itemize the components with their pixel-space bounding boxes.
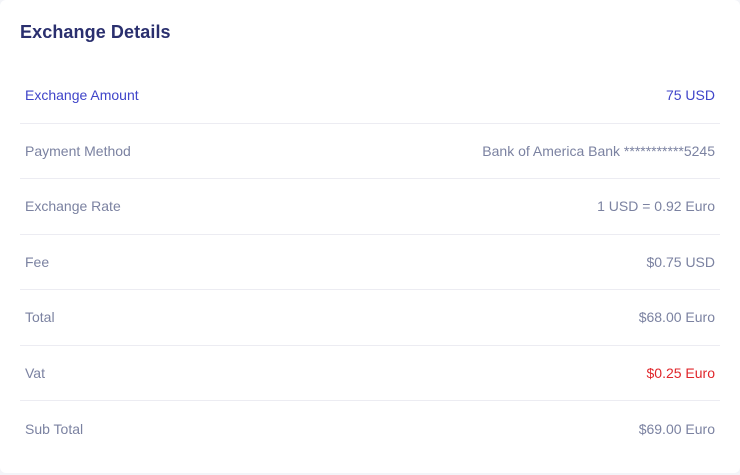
detail-row-vat: Vat $0.25 Euro xyxy=(20,346,720,401)
detail-row-payment-method: Payment Method Bank of America Bank ****… xyxy=(20,124,720,179)
card-title: Exchange Details xyxy=(20,22,171,42)
detail-value: $0.25 Euro xyxy=(646,364,716,381)
detail-label: Exchange Rate xyxy=(25,198,121,215)
detail-value: Bank of America Bank ***********5245 xyxy=(482,142,715,159)
detail-value: $69.00 Euro xyxy=(638,420,715,437)
detail-value: $0.75 USD xyxy=(646,253,715,270)
details-list: Exchange Amount 75 USD Payment Method Ba… xyxy=(20,68,720,457)
detail-label: Exchange Amount xyxy=(25,87,139,104)
detail-label: Fee xyxy=(25,253,50,270)
detail-row-exchange-rate: Exchange Rate 1 USD = 0.92 Euro xyxy=(20,179,720,235)
detail-row-exchange-amount: Exchange Amount 75 USD xyxy=(20,68,720,124)
detail-value: 75 USD xyxy=(665,87,715,104)
detail-value: 1 USD = 0.92 Euro xyxy=(597,198,715,215)
detail-label: Vat xyxy=(25,364,45,381)
detail-label: Payment Method xyxy=(25,142,131,159)
detail-row-fee: Fee $0.75 USD xyxy=(20,235,720,290)
detail-row-sub-total: Sub Total $69.00 Euro xyxy=(20,401,720,457)
detail-label: Sub Total xyxy=(25,420,84,437)
detail-label: Total xyxy=(25,309,55,326)
exchange-details-card: Exchange Details Exchange Amount 75 USD … xyxy=(0,0,740,473)
detail-value: $68.00 Euro xyxy=(638,309,715,326)
detail-row-total: Total $68.00 Euro xyxy=(20,290,720,346)
